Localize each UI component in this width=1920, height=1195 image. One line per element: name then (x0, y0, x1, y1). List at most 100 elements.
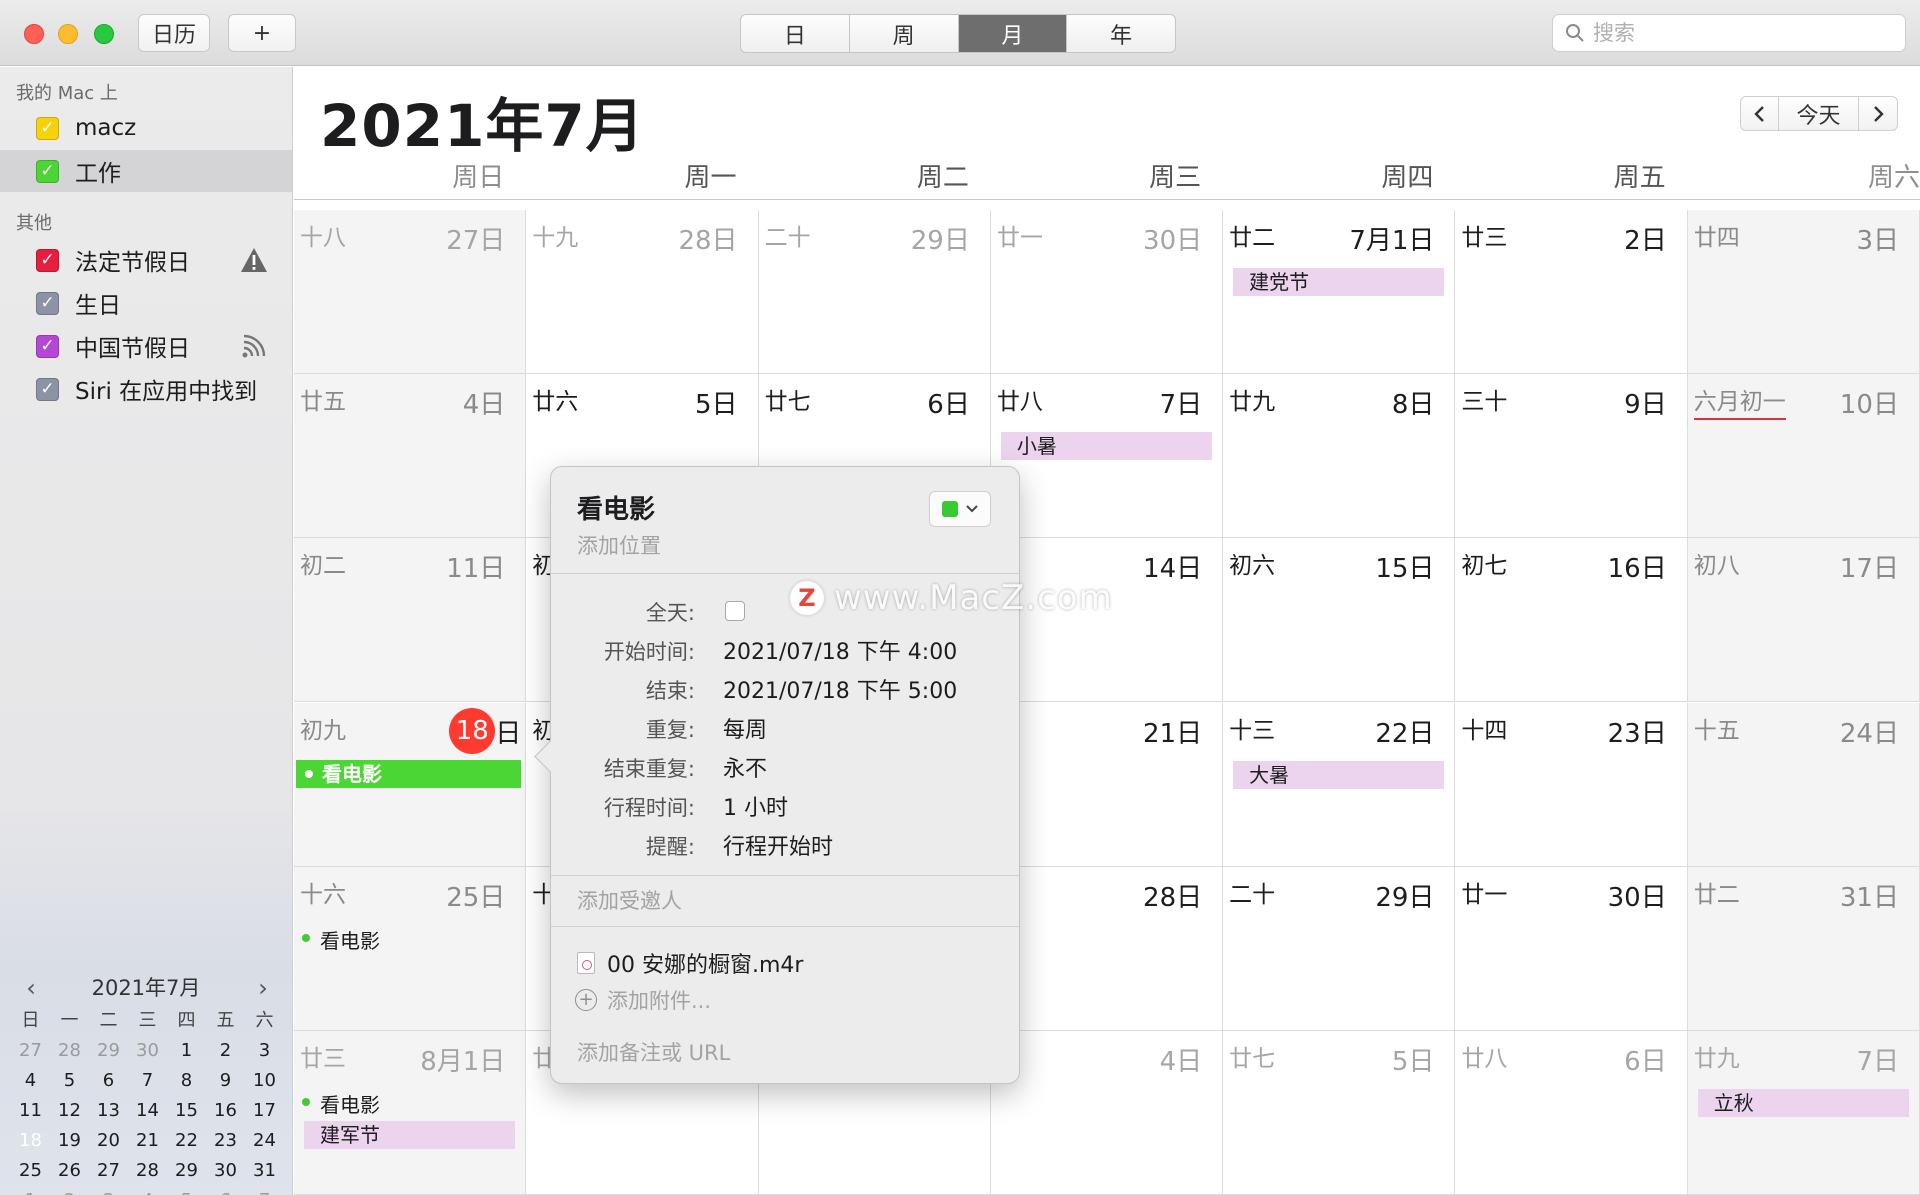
calendar-item[interactable]: ✓ 中国节假日 (0, 325, 292, 367)
day-cell[interactable]: 初八 17日 (1687, 538, 1920, 703)
mini-day[interactable]: 9 (206, 1066, 245, 1096)
mini-day[interactable]: 29 (167, 1156, 206, 1186)
search-input[interactable] (1593, 21, 1893, 45)
mini-prev-month-icon[interactable]: ‹ (16, 970, 46, 1006)
calendar-item[interactable]: ✓ 法定节假日 (0, 239, 292, 281)
holiday-event[interactable]: 建军节 (304, 1120, 516, 1149)
day-cell[interactable]: 廿九 8日 (1223, 374, 1456, 539)
holiday-event[interactable]: 小暑 (1000, 432, 1213, 461)
mini-day[interactable]: 26 (50, 1156, 89, 1186)
view-tab-3[interactable]: 年 (1067, 15, 1175, 52)
subscription-signal-icon[interactable] (240, 333, 268, 361)
day-cell[interactable]: 廿九 7日 立秋 (1687, 1030, 1920, 1195)
next-month-button[interactable] (1859, 97, 1897, 130)
event-selected[interactable]: 看电影 (296, 759, 522, 788)
day-cell[interactable]: 三十 9日 (1455, 374, 1688, 539)
mini-day[interactable]: 25 (11, 1156, 50, 1186)
mini-day[interactable]: 23 (206, 1126, 245, 1156)
day-cell[interactable]: 廿三 2日 (1455, 210, 1688, 375)
day-cell[interactable]: 初六 15日 (1223, 538, 1456, 703)
checkbox-icon[interactable]: ✓ (36, 116, 59, 140)
search-field[interactable] (1552, 14, 1906, 52)
day-cell[interactable]: 廿八 7日 小暑 (990, 374, 1224, 539)
checkbox-icon[interactable]: ✓ (36, 291, 59, 315)
checkbox-icon[interactable]: ✓ (36, 377, 59, 401)
calendar-item[interactable]: ✓ macz (0, 107, 292, 149)
mini-day[interactable]: 10 (245, 1066, 284, 1096)
day-cell[interactable]: 廿八 6日 (1455, 1030, 1688, 1195)
zoom-window-button[interactable] (94, 24, 114, 44)
day-cell[interactable]: 十四 23日 (1455, 702, 1688, 867)
mini-day[interactable]: 5 (167, 1186, 206, 1195)
day-cell[interactable]: 六月初一 10日 (1687, 374, 1920, 539)
mini-day[interactable]: 6 (206, 1186, 245, 1195)
mini-day[interactable]: 1 (167, 1036, 206, 1066)
view-tab-2[interactable]: 月 (958, 15, 1068, 52)
checkbox-icon[interactable]: ✓ (36, 334, 59, 358)
mini-day[interactable]: 29 (89, 1036, 128, 1066)
mini-day[interactable]: 31 (245, 1156, 284, 1186)
minimize-window-button[interactable] (58, 24, 78, 44)
mini-day[interactable]: 16 (206, 1096, 245, 1126)
event-item[interactable]: 看电影 (302, 1089, 380, 1118)
day-cell[interactable]: 廿二 7月1日 建党节 (1223, 210, 1456, 375)
checkbox-icon[interactable]: ✓ (36, 248, 59, 272)
detail-value[interactable]: 2021/07/18 下午 4:00 (723, 634, 957, 666)
day-cell[interactable]: 六4日 (990, 1030, 1224, 1195)
mini-day[interactable]: 1 (11, 1186, 50, 1195)
day-cell[interactable]: 初二 11日 (294, 538, 527, 703)
mini-day[interactable]: 19 (50, 1126, 89, 1156)
holiday-event[interactable]: 立秋 (1697, 1088, 1909, 1117)
calendar-color-picker[interactable] (929, 491, 991, 527)
mini-day[interactable]: 7 (128, 1066, 167, 1096)
day-cell[interactable]: 九28日 (990, 866, 1224, 1031)
detail-value[interactable]: 1 小时 (723, 790, 788, 822)
detail-value[interactable]: 2021/07/18 下午 5:00 (723, 673, 957, 705)
day-cell[interactable]: 廿七 5日 (1223, 1030, 1456, 1195)
day-cell[interactable]: 二21日 (990, 702, 1224, 867)
day-cell[interactable]: 十九 28日 (526, 210, 759, 375)
view-tab-1[interactable]: 周 (850, 15, 959, 52)
today-button[interactable]: 今天 (1779, 97, 1859, 130)
mini-day[interactable]: 30 (128, 1036, 167, 1066)
mini-day[interactable]: 6 (89, 1066, 128, 1096)
mini-day[interactable]: 21 (128, 1126, 167, 1156)
detail-value[interactable]: 每周 (723, 712, 767, 744)
day-cell[interactable]: 廿四 3日 (1687, 210, 1920, 375)
mini-day[interactable]: 27 (11, 1036, 50, 1066)
calendar-item[interactable]: ✓ 生日 (0, 282, 292, 324)
mini-day[interactable]: 14 (128, 1096, 167, 1126)
calendar-item[interactable]: ✓ Siri 在应用中找到 (0, 368, 292, 410)
add-event-button[interactable]: + (228, 14, 296, 52)
calendars-button[interactable]: 日历 (138, 14, 210, 52)
mini-day[interactable]: 11 (11, 1096, 50, 1126)
mini-day[interactable]: 28 (128, 1156, 167, 1186)
day-cell[interactable]: 五14日 (990, 538, 1224, 703)
day-cell[interactable]: 廿一 30日 (1455, 866, 1688, 1031)
close-window-button[interactable] (24, 24, 44, 44)
holiday-event[interactable]: 大暑 (1233, 760, 1445, 789)
prev-month-button[interactable] (1741, 97, 1779, 130)
event-title[interactable]: 看电影 (577, 489, 655, 526)
all-day-checkbox[interactable] (725, 601, 745, 621)
mini-day[interactable]: 20 (89, 1126, 128, 1156)
mini-day[interactable]: 12 (50, 1096, 89, 1126)
mini-day[interactable]: 4 (11, 1066, 50, 1096)
calendar-item[interactable]: ✓ 工作 (0, 150, 292, 192)
mini-day[interactable]: 17 (245, 1096, 284, 1126)
holiday-event[interactable]: 建党节 (1233, 268, 1445, 296)
day-cell[interactable]: 廿二 31日 (1687, 866, 1920, 1031)
mini-next-month-icon[interactable]: › (248, 970, 278, 1006)
mini-day[interactable]: 15 (167, 1096, 206, 1126)
mini-day[interactable]: 27 (89, 1156, 128, 1186)
mini-day[interactable]: 13 (89, 1096, 128, 1126)
location-field[interactable]: 添加位置 (577, 530, 661, 560)
mini-day[interactable]: 22 (167, 1126, 206, 1156)
add-invitees-field[interactable]: 添加受邀人 (577, 885, 682, 915)
event-item[interactable]: 看电影 (302, 925, 380, 954)
mini-day[interactable]: 7 (245, 1186, 284, 1195)
mini-day[interactable]: 28 (50, 1036, 89, 1066)
day-cell[interactable]: 廿五 4日 (294, 374, 527, 539)
attachment-item[interactable]: 00 安娜的橱窗.m4r (577, 947, 803, 979)
checkbox-icon[interactable]: ✓ (36, 159, 59, 183)
